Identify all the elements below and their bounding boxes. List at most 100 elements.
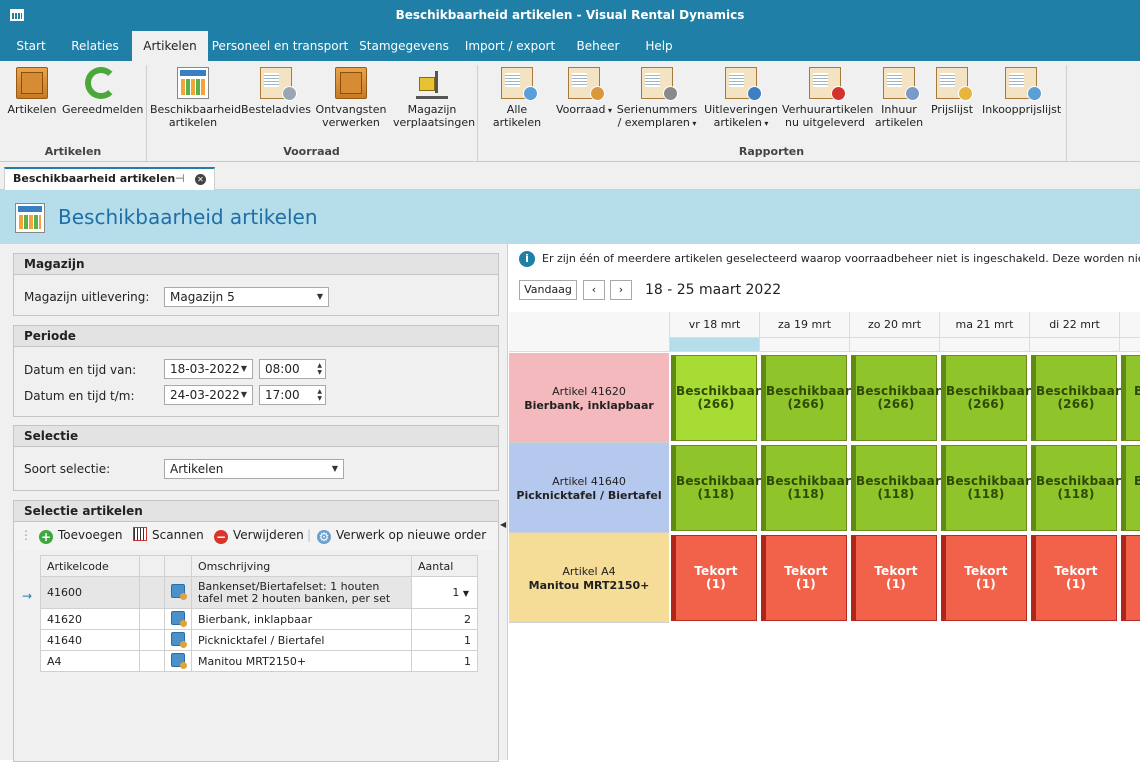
field-label: Datum en tijd van: [24,363,137,377]
to-date-field[interactable]: 24-03-2022 ▼ [164,385,253,405]
cell-count: (1) [796,577,816,591]
tab-stamgegevens[interactable]: Stamgegevens [354,31,454,61]
spin-down-icon[interactable]: ▼ [317,396,322,402]
column-header[interactable] [164,555,192,577]
scan-label: Scannen [152,528,204,542]
shortage-cell[interactable]: Tekort (1) [1031,535,1117,621]
shortage-cell[interactable] [1121,535,1140,621]
tab-artikelen[interactable]: Artikelen [132,31,208,61]
remove-button[interactable]: − Verwijderen [214,527,304,544]
cell-code[interactable]: A4 [40,650,140,672]
collapse-left-icon[interactable]: ◀ [500,520,506,529]
column-header[interactable]: Artikelcode [40,555,140,577]
article-row-label: Artikel A4 Manitou MRT2150+ [509,533,669,623]
scan-button[interactable]: Scannen [133,527,204,543]
pin-icon[interactable]: ⊣ [175,169,185,189]
prev-period-button[interactable]: ‹ [583,280,605,300]
cell-code[interactable]: 41620 [40,608,140,630]
today-button[interactable]: Vandaag [519,280,577,300]
close-icon[interactable]: ✕ [195,174,206,185]
table-row[interactable]: A4 Manitou MRT2150+ 1 [40,650,478,672]
table-row[interactable]: 41620 Bierbank, inklapbaar 2 [40,608,478,630]
available-cell[interactable]: Beschikbaar (266) [851,355,941,441]
field-label: Magazijn uitlevering: [24,290,150,304]
field-label: Datum en tijd t/m: [24,389,135,403]
from-time-field[interactable]: 08:00 ▲ ▼ [259,359,326,379]
from-date-field[interactable]: 18-03-2022 ▼ [164,359,253,379]
tab-import-export[interactable]: Import / export [462,31,558,61]
ribbon-magazijn-verplaatsingen-button[interactable]: Magazijn verplaatsingen [393,67,475,129]
available-cell[interactable]: Beschikbaar (118) [761,445,851,531]
cell-description[interactable]: Bierbank, inklapbaar [191,608,412,630]
ribbon-inhuur-button[interactable]: Inhuur artikelen [872,67,926,129]
available-cell[interactable]: Beschikbaar (118) [851,445,941,531]
shortage-cell[interactable]: Tekort (1) [941,535,1027,621]
cell-empty [139,629,165,651]
ribbon-ontvangsten-button[interactable]: Ontvangsten verwerken [314,67,388,129]
available-cell[interactable]: B [1121,445,1140,531]
tab-beheer[interactable]: Beheer [570,31,626,61]
window-title: Beschikbaarheid artikelen - Visual Renta… [395,8,745,22]
chevron-down-icon[interactable]: ▼ [463,589,469,598]
process-order-button[interactable]: ⚙ Verwerk op nieuwe order [317,527,486,544]
ribbon-label: Gereedmelden [62,103,144,116]
column-header[interactable]: Aantal [411,555,478,577]
cell-description[interactable]: Picknicktafel / Biertafel [191,629,412,651]
available-cell[interactable]: Beschikbaar (118) [1031,445,1121,531]
shortage-cell[interactable]: Tekort (1) [671,535,757,621]
qty-editor[interactable]: 1 ▼ [411,576,478,609]
cell-code[interactable]: 41640 [40,629,140,651]
document-tab[interactable]: Beschikbaarheid artikelen ⊣ ✕ [4,167,215,191]
box-add-icon [335,67,367,99]
next-period-button[interactable]: › [610,280,632,300]
available-cell[interactable]: Beschikbaar (266) [761,355,851,441]
tab-help[interactable]: Help [636,31,682,61]
ribbon-serienummers-button[interactable]: Serienummers / exemplaren [616,67,698,130]
cell-qty[interactable]: 2 [411,608,478,630]
table-row[interactable]: 41600 Bankenset/Biertafelset: 1 houten t… [40,576,478,609]
ribbon-verhuurartikelen-button[interactable]: Verhuurartikelen nu uitgeleverd [782,67,873,129]
ribbon-gereedmelden-button[interactable]: Gereedmelden [62,67,144,116]
table-row[interactable]: 41640 Picknicktafel / Biertafel 1 [40,629,478,651]
grid-corner [509,312,669,352]
tab-start[interactable]: Start [5,31,57,61]
magazijn-select[interactable]: Magazijn 5 ▼ [164,287,329,307]
available-cell[interactable]: B [1121,355,1140,441]
tab-relaties[interactable]: Relaties [60,31,130,61]
column-header[interactable] [139,555,165,577]
cell-description[interactable]: Manitou MRT2150+ [191,650,412,672]
available-cell[interactable]: Beschikbaar (118) [671,445,761,531]
shortage-cell[interactable]: Tekort (1) [761,535,847,621]
add-button[interactable]: + Toevoegen [39,527,122,544]
cell-qty[interactable]: 1 [411,650,478,672]
panel-splitter[interactable]: ◀ [499,244,509,760]
cell-status-partial: B [1134,474,1140,488]
shortage-cell[interactable]: Tekort (1) [851,535,937,621]
cell-qty[interactable]: 1 [411,629,478,651]
ribbon-artikelen-button[interactable]: Artikelen [6,67,58,116]
ribbon-uitleveringen-button[interactable]: Uitleveringen artikelen [702,67,780,130]
soort-selectie-value: Artikelen [170,462,224,476]
column-header[interactable]: Omschrijving [191,555,412,577]
ribbon-inkoopprijslijst-button[interactable]: Inkoopprijslijst [982,67,1061,116]
cell-description[interactable]: Bankenset/Biertafelset: 1 houten tafel m… [191,576,412,609]
spin-down-icon[interactable]: ▼ [317,370,322,376]
ribbon-prijslijst-button[interactable]: Prijslijst [928,67,976,116]
available-cell[interactable]: Beschikbaar (118) [941,445,1031,531]
toolbar-divider: | [307,528,312,542]
table-header-row: Artikelcode Omschrijving Aantal [40,555,478,577]
report-price-icon [936,67,973,101]
available-cell[interactable]: Beschikbaar (266) [1031,355,1121,441]
ribbon-beschikbaarheid-button[interactable]: Beschikbaarheid artikelen [150,67,241,129]
soort-selectie-select[interactable]: Artikelen ▼ [164,459,344,479]
ribbon-alle-artikelen-button[interactable]: Alle artikelen [482,67,552,129]
ribbon-voorraad-button[interactable]: Voorraad [554,67,614,117]
article-icon [171,584,187,600]
cell-code[interactable]: 41600 [40,576,140,609]
tab-personeel[interactable]: Personeel en transport [210,31,350,61]
available-cell[interactable]: Beschikbaar (266) [941,355,1031,441]
to-time-field[interactable]: 17:00 ▲ ▼ [259,385,326,405]
ribbon-label: Alle artikelen [492,103,542,129]
ribbon-besteladvies-button[interactable]: Besteladvies [240,67,312,116]
available-cell[interactable]: Beschikbaar (266) [671,355,761,441]
